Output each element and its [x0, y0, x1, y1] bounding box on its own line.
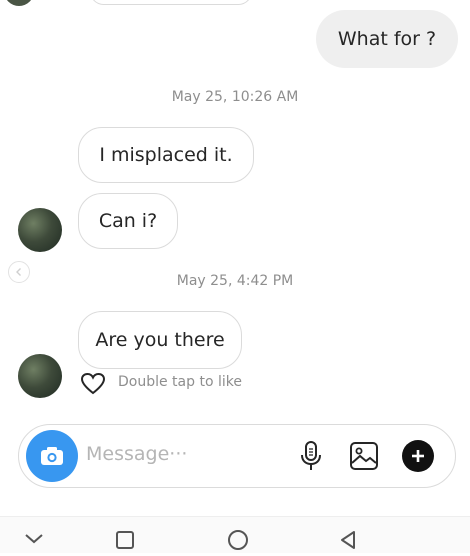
incoming-message-text: Can i?: [98, 210, 158, 232]
incoming-message-text: I misplaced it.: [99, 144, 233, 166]
timestamp: May 25, 10:26 AM: [171, 89, 299, 105]
incoming-message-bubble[interactable]: Are you there: [78, 311, 242, 369]
circle-icon[interactable]: [226, 528, 250, 552]
timestamp: May 25, 4:42 PM: [176, 273, 294, 289]
outgoing-message-bubble[interactable]: What for ?: [316, 10, 458, 68]
incoming-message-text: Are you there: [95, 329, 225, 351]
partial-avatar-top: [4, 0, 34, 6]
incoming-message-bubble[interactable]: I misplaced it.: [78, 127, 254, 183]
square-icon[interactable]: [114, 529, 136, 551]
camera-icon: [41, 447, 63, 465]
heart-icon[interactable]: [80, 372, 106, 396]
camera-button[interactable]: [26, 430, 78, 482]
incoming-message-bubble[interactable]: Can i?: [78, 193, 178, 249]
message-input[interactable]: Message···: [86, 443, 187, 465]
partial-bubble-top: [90, 0, 252, 5]
microphone-icon[interactable]: [298, 440, 324, 472]
avatar[interactable]: [18, 208, 62, 252]
image-icon[interactable]: [348, 440, 380, 472]
like-hint: Double tap to like: [118, 374, 242, 390]
message-composer: [18, 424, 456, 488]
avatar[interactable]: [18, 354, 62, 398]
message-input-placeholder: Message···: [86, 443, 188, 465]
plus-icon[interactable]: [402, 440, 434, 472]
chevron-down-icon[interactable]: [22, 530, 46, 546]
triangle-back-icon[interactable]: [336, 528, 360, 552]
outgoing-message-text: What for ?: [337, 28, 437, 50]
